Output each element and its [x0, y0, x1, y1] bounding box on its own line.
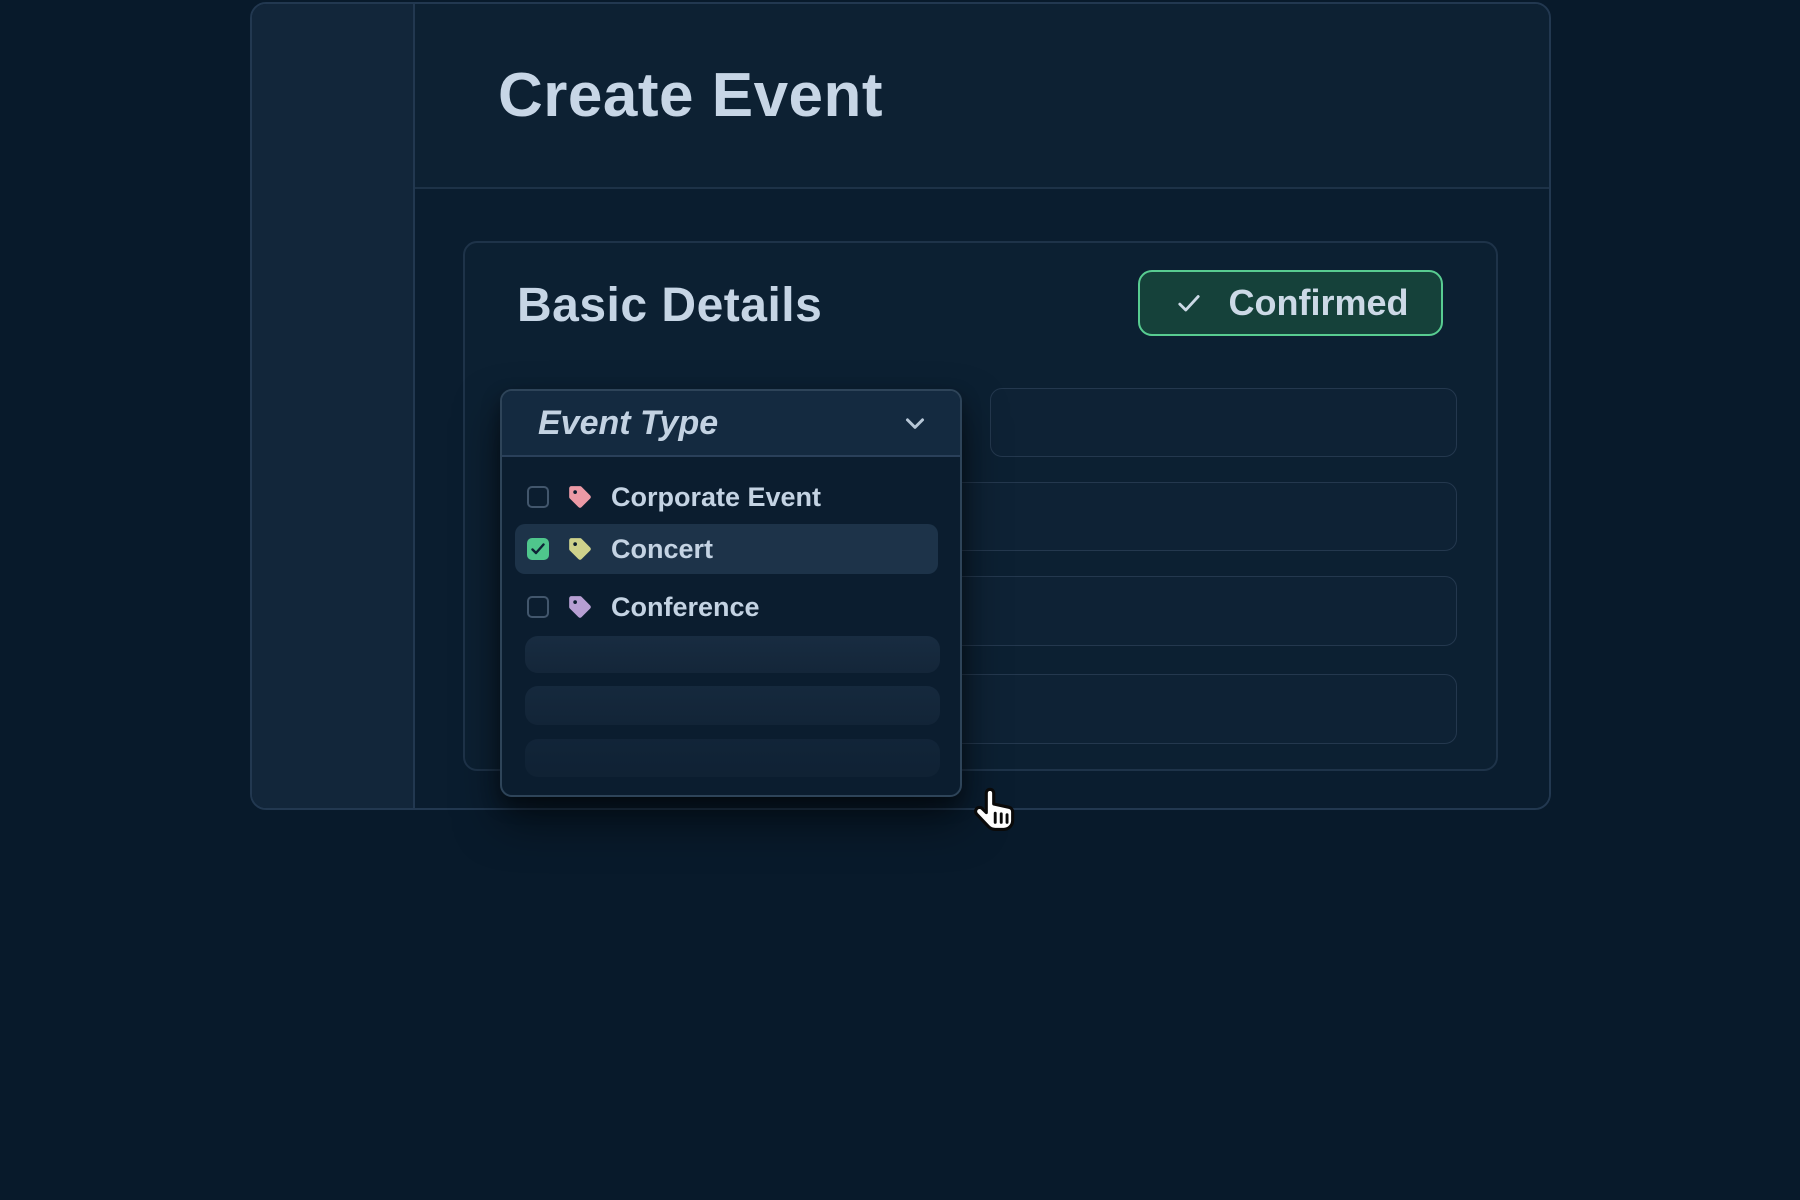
basic-details-card: Basic Details Confirmed Event Type — [463, 241, 1498, 771]
checkbox-check-icon — [531, 543, 545, 555]
tag-icon — [567, 536, 593, 562]
checkbox-conference[interactable] — [527, 596, 549, 618]
option-label: Conference — [611, 592, 760, 623]
hand-pointer-cursor — [970, 786, 1020, 840]
screen: Create Event Basic Details Confirmed — [0, 0, 1800, 1200]
event-type-select[interactable]: Event Type — [502, 391, 960, 457]
sidebar — [252, 4, 415, 808]
tag-icon — [567, 594, 593, 620]
confirmed-badge[interactable]: Confirmed — [1138, 270, 1443, 336]
app-window: Create Event Basic Details Confirmed — [250, 2, 1551, 810]
page-title: Create Event — [498, 65, 883, 127]
check-icon — [1173, 290, 1205, 316]
option-label: Corporate Event — [611, 482, 821, 513]
confirmed-badge-label: Confirmed — [1229, 282, 1409, 324]
card-title: Basic Details — [517, 280, 822, 332]
checkbox-corporate-event[interactable] — [527, 486, 549, 508]
option-concert[interactable]: Concert — [515, 524, 938, 574]
loading-placeholder-row — [525, 636, 940, 673]
page-header: Create Event — [415, 4, 1549, 189]
option-conference[interactable]: Conference — [515, 582, 938, 632]
field-placeholder-1[interactable] — [990, 388, 1457, 457]
event-type-menu: Corporate Event — [502, 457, 960, 777]
main-content: Basic Details Confirmed Event Type — [415, 189, 1549, 808]
loading-placeholder-row — [525, 686, 940, 725]
chevron-down-icon — [900, 408, 930, 438]
option-corporate-event[interactable]: Corporate Event — [515, 472, 938, 522]
tag-icon — [567, 484, 593, 510]
event-type-label: Event Type — [538, 404, 718, 443]
event-type-dropdown: Event Type — [500, 389, 962, 797]
checkbox-concert[interactable] — [527, 538, 549, 560]
loading-placeholder-row — [525, 739, 940, 777]
option-label: Concert — [611, 534, 713, 565]
